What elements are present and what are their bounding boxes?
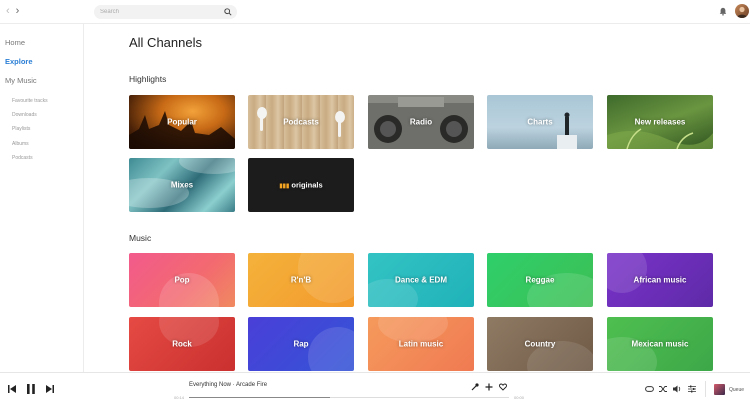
- favorite-heart-icon[interactable]: [499, 383, 507, 391]
- originals-logo: ▮▮▮ originals: [248, 181, 354, 190]
- pause-icon[interactable]: [27, 384, 35, 394]
- progress-bar[interactable]: [189, 397, 509, 398]
- channel-tile-label: Latin music: [398, 339, 444, 349]
- channel-tile-label: originals: [291, 180, 323, 190]
- sidebar-item-albums[interactable]: Albums: [12, 141, 29, 147]
- channel-tile-label: Rock: [172, 339, 192, 349]
- notifications-bell-icon[interactable]: [719, 7, 727, 16]
- channel-tile-charts[interactable]: Charts: [487, 95, 593, 149]
- equalizer-settings-icon[interactable]: [688, 385, 696, 393]
- track-duration: 00:00: [514, 395, 525, 400]
- channel-tile-rock[interactable]: Rock: [129, 317, 235, 371]
- sidebar-item-downloads[interactable]: Downloads: [12, 112, 37, 118]
- channel-tile-dance-edm[interactable]: Dance & EDM: [368, 253, 474, 307]
- section-title-highlights: Highlights: [129, 74, 167, 84]
- channel-tile-latin-music[interactable]: Latin music: [368, 317, 474, 371]
- channel-tile-label: African music: [633, 275, 687, 285]
- user-avatar[interactable]: [735, 4, 749, 18]
- channel-tile-label: Podcasts: [283, 117, 319, 127]
- deezer-bars-icon: ▮▮▮: [279, 183, 290, 190]
- search-icon[interactable]: [224, 8, 232, 16]
- sidebar-item-explore[interactable]: Explore: [5, 57, 33, 66]
- player-bar: Everything Now · Arcade Fire 00:14 00:00…: [0, 372, 750, 405]
- channel-tile-new-releases[interactable]: New releases: [607, 95, 713, 149]
- search-input[interactable]: [100, 5, 220, 19]
- channel-tile-rap[interactable]: Rap: [248, 317, 354, 371]
- sidebar: Home Explore My Music Favourite tracks D…: [0, 24, 84, 372]
- history-navigation: ‹ ›: [6, 6, 19, 17]
- channel-tile-mixes[interactable]: Mixes: [129, 158, 235, 212]
- channel-tile-label: Dance & EDM: [394, 275, 447, 285]
- channel-tile-african-music[interactable]: African music: [607, 253, 713, 307]
- channel-tile-label: Charts: [527, 117, 553, 127]
- channel-tile-label: Radio: [409, 117, 433, 127]
- shuffle-icon[interactable]: [659, 385, 667, 393]
- add-to-playlist-icon[interactable]: [485, 383, 493, 391]
- forward-arrow-icon[interactable]: ›: [16, 6, 20, 17]
- shape-decoration: [607, 253, 647, 293]
- previous-track-icon[interactable]: [8, 385, 16, 393]
- top-bar: ‹ ›: [0, 0, 750, 24]
- queue-button[interactable]: Queue: [729, 387, 744, 393]
- channel-tile-popular[interactable]: Popular: [129, 95, 235, 149]
- sidebar-item-home[interactable]: Home: [5, 38, 25, 47]
- channel-tile-label: Country: [524, 339, 556, 349]
- channel-tile-rnb[interactable]: R'n'B: [248, 253, 354, 307]
- now-playing-track: Everything Now · Arcade Fire: [189, 382, 268, 388]
- channel-tile-label: Mexican music: [631, 339, 689, 349]
- channel-tile-label: New releases: [634, 117, 686, 127]
- swirl-decoration: [179, 158, 235, 174]
- channel-tile-reggae[interactable]: Reggae: [487, 253, 593, 307]
- channel-tile-country[interactable]: Country: [487, 317, 593, 371]
- channel-tile-radio[interactable]: Radio: [368, 95, 474, 149]
- elapsed-time: 00:14: [174, 395, 185, 400]
- channel-tile-podcasts[interactable]: Podcasts: [248, 95, 354, 149]
- sidebar-item-favourite-tracks[interactable]: Favourite tracks: [12, 98, 48, 104]
- lyrics-mic-icon[interactable]: [471, 383, 479, 391]
- section-title-music: Music: [129, 233, 152, 243]
- channel-tile-label: Popular: [167, 117, 197, 127]
- progress-fill: [189, 397, 330, 398]
- divider: [705, 381, 706, 397]
- repeat-icon[interactable]: [645, 386, 654, 392]
- sidebar-item-playlists[interactable]: Playlists: [12, 126, 30, 132]
- volume-icon[interactable]: [673, 385, 682, 393]
- channel-tile-label: Reggae: [525, 275, 555, 285]
- channel-tile-originals[interactable]: ▮▮▮ originals: [248, 158, 354, 212]
- sidebar-item-my-music[interactable]: My Music: [5, 76, 37, 85]
- channel-tile-label: Rap: [293, 339, 309, 349]
- next-track-icon[interactable]: [46, 385, 54, 393]
- page-title: All Channels: [129, 35, 202, 50]
- channel-tile-label: R'n'B: [290, 275, 312, 285]
- sidebar-item-podcasts[interactable]: Podcasts: [12, 155, 33, 161]
- back-arrow-icon[interactable]: ‹: [6, 6, 10, 17]
- channel-tile-mexican-music[interactable]: Mexican music: [607, 317, 713, 371]
- shape-decoration: [308, 327, 354, 371]
- channel-tile-pop[interactable]: Pop: [129, 253, 235, 307]
- queue-album-art[interactable]: [714, 384, 725, 395]
- search-box: [94, 5, 237, 19]
- channel-tile-label: Pop: [174, 275, 190, 285]
- channel-tile-label: Mixes: [170, 180, 194, 190]
